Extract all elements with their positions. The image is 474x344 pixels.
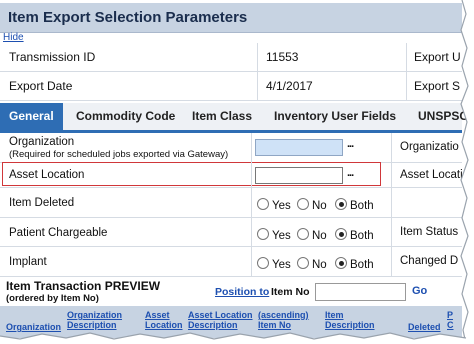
col-item-no[interactable]: (ascending) Item No: [258, 310, 318, 330]
export-date-row: Export Date 4/1/2017 Export S: [0, 72, 462, 101]
transmission-value: 11553: [266, 50, 299, 64]
implant-no[interactable]: No: [297, 257, 327, 271]
preview-subtitle: (ordered by Item No): [6, 293, 99, 304]
item-deleted-no[interactable]: No: [297, 198, 327, 212]
position-item-no-input[interactable]: [315, 283, 406, 301]
preview-title: Item Transaction PREVIEW: [6, 279, 161, 293]
position-item-no-label: Item No: [271, 286, 310, 298]
item-deleted-yes[interactable]: Yes: [257, 198, 291, 212]
asset-location-right-label: Asset Locati: [400, 169, 463, 181]
grid-header: Organization Organization Description As…: [0, 306, 462, 338]
item-deleted-label: Item Deleted: [9, 197, 75, 209]
radio-icon: [297, 228, 309, 240]
tab-item-class[interactable]: Item Class: [192, 103, 252, 130]
organization-row: Organization (Required for scheduled job…: [0, 133, 462, 163]
patient-chargeable-no[interactable]: No: [297, 228, 327, 242]
patient-chargeable-yes[interactable]: Yes: [257, 228, 291, 242]
transmission-row: Transmission ID 11553 Export U: [0, 43, 462, 72]
export-date-value: 4/1/2017: [266, 79, 313, 93]
implant-yes[interactable]: Yes: [257, 257, 291, 271]
organization-browse-button[interactable]: ...: [347, 138, 354, 150]
tab-bar: General Commodity Code Item Class Invent…: [0, 103, 468, 133]
panel-title-bar: Item Export Selection Parameters: [0, 3, 462, 33]
col-asset-location[interactable]: Asset Location: [145, 310, 185, 330]
export-date-label: Export Date: [9, 79, 73, 93]
form-divider-1: [251, 133, 252, 276]
patient-chargeable-row: Patient Chargeable Yes No Both Item Stat…: [0, 218, 462, 247]
organization-note: (Required for scheduled jobs exported vi…: [9, 149, 229, 160]
radio-selected-icon: [335, 228, 347, 240]
implant-label: Implant: [9, 256, 47, 268]
transmission-label: Transmission ID: [9, 50, 96, 64]
radio-icon: [297, 257, 309, 269]
go-button[interactable]: Go: [412, 285, 427, 297]
implant-row: Implant Yes No Both Changed D: [0, 247, 462, 277]
changed-date-label: Changed D: [400, 255, 459, 267]
radio-icon: [297, 198, 309, 210]
form-divider-2: [391, 133, 392, 276]
info-divider-2: [406, 43, 407, 101]
info-divider-1: [257, 43, 258, 101]
radio-selected-icon: [335, 257, 347, 269]
organization-input[interactable]: [255, 139, 343, 156]
hide-link[interactable]: Hide: [3, 32, 24, 43]
organization-label: Organization: [9, 136, 75, 148]
radio-icon: [257, 257, 269, 269]
organization-right-label: Organizatio: [400, 141, 459, 153]
item-deleted-both[interactable]: Both: [335, 198, 374, 212]
export-user-label: Export U: [414, 50, 461, 64]
tab-unspsc[interactable]: UNSPSC: [418, 103, 468, 130]
item-status-label: Item Status: [400, 226, 459, 238]
export-parameters-panel: Item Export Selection Parameters Hide Tr…: [0, 0, 474, 344]
asset-location-highlight: [2, 162, 381, 186]
tab-commodity-code[interactable]: Commodity Code: [76, 103, 175, 130]
patient-chargeable-label: Patient Chargeable: [9, 227, 108, 239]
col-organization-description[interactable]: Organization Description: [67, 310, 137, 330]
implant-both[interactable]: Both: [335, 257, 374, 271]
export-status-label: Export S: [414, 79, 461, 93]
col-deleted[interactable]: Deleted: [408, 322, 441, 332]
panel-title: Item Export Selection Parameters: [8, 9, 248, 26]
radio-icon: [257, 198, 269, 210]
tab-inventory-user-fields[interactable]: Inventory User Fields: [274, 103, 396, 130]
col-item-description[interactable]: Item Description: [325, 310, 377, 330]
position-to-link[interactable]: Position to: [215, 286, 269, 298]
item-deleted-row: Item Deleted Yes No Both: [0, 188, 462, 218]
col-patient-chargeable[interactable]: P C: [447, 310, 461, 330]
radio-icon: [257, 228, 269, 240]
radio-selected-icon: [335, 198, 347, 210]
col-asset-location-description[interactable]: Asset Location Description: [188, 310, 254, 330]
tab-general[interactable]: General: [0, 103, 63, 130]
patient-chargeable-both[interactable]: Both: [335, 228, 374, 242]
col-organization[interactable]: Organization: [6, 322, 61, 332]
